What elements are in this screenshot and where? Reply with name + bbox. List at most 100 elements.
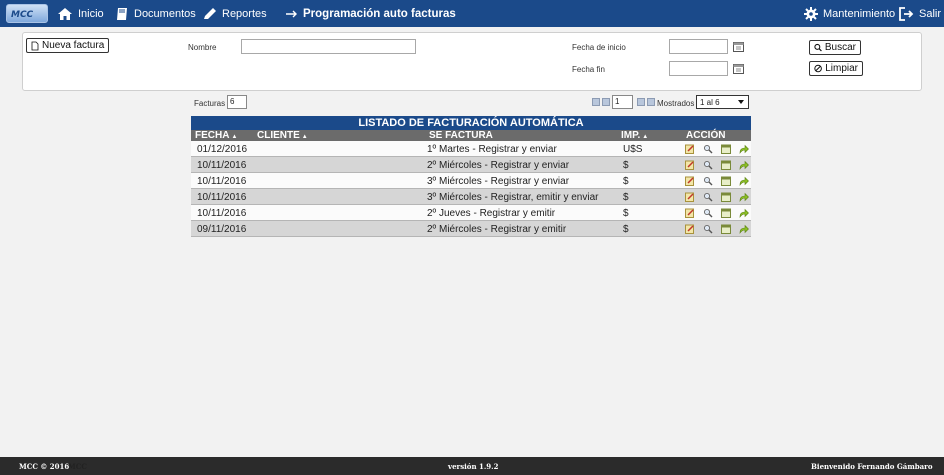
col-amount-label: IMP. <box>621 130 641 141</box>
calendar-icon[interactable] <box>721 224 731 234</box>
first-page-icon[interactable] <box>592 98 600 106</box>
invoice-count-label: Facturas <box>194 99 226 108</box>
table-row: 10/11/2016 2º Miércoles - Registrar y env… <box>191 157 751 173</box>
calendar-icon[interactable] <box>721 176 731 186</box>
logout-icon <box>899 6 914 21</box>
table-row: 01/12/2016 1º Martes - Registrar y enviar… <box>191 141 751 157</box>
nav-home[interactable]: Inicio <box>57 0 104 27</box>
edit-icon[interactable] <box>685 176 695 186</box>
cell-amount: $ <box>623 224 629 235</box>
forward-icon[interactable] <box>739 160 749 170</box>
search-button[interactable]: Buscar <box>809 40 861 55</box>
calendar-icon[interactable] <box>733 41 744 52</box>
mcc-logo[interactable]: MCC <box>6 4 48 23</box>
table-row: 09/11/2016 2º Miércoles - Registrar y emi… <box>191 221 751 237</box>
page-number-input[interactable]: 1 <box>612 95 633 109</box>
edit-icon[interactable] <box>685 208 695 218</box>
table-row: 10/11/2016 3º Miércoles - Registrar y env… <box>191 173 751 189</box>
table-row: 10/11/2016 2º Jueves - Registrar y emitir… <box>191 205 751 221</box>
forward-icon[interactable] <box>739 192 749 202</box>
calendar-icon[interactable] <box>721 144 731 154</box>
view-icon[interactable] <box>703 176 713 186</box>
next-page-icon[interactable] <box>637 98 645 106</box>
col-client-label: CLIENTE <box>257 130 300 141</box>
forward-icon[interactable] <box>739 208 749 218</box>
nav-maintenance[interactable]: Mantenimiento <box>804 0 895 27</box>
footer-version: versión 1.9.2 <box>448 462 499 471</box>
cell-amount: $ <box>623 160 629 171</box>
cell-type: 2º Miércoles - Registrar y emitir <box>427 224 567 235</box>
nav-current-page: Programación auto facturas <box>286 0 456 27</box>
page-title: Programación auto facturas <box>303 7 456 20</box>
search-label: Buscar <box>824 42 856 53</box>
top-navbar: MCC Inicio Documentos Reportes Programac… <box>0 0 944 27</box>
book-icon <box>117 7 127 20</box>
start-date-label: Fecha de inicio <box>572 43 626 52</box>
row-actions <box>685 224 757 234</box>
cell-date: 01/12/2016 <box>197 144 248 155</box>
nav-reports-label: Reportes <box>222 7 267 20</box>
end-date-input[interactable] <box>669 61 728 76</box>
new-invoice-button[interactable]: Nueva factura <box>26 38 110 53</box>
forward-icon[interactable] <box>739 144 749 154</box>
view-icon[interactable] <box>703 224 713 234</box>
home-icon <box>58 7 72 20</box>
end-date-label: Fecha fin <box>572 65 605 74</box>
table-header: FECHA ▲ CLIENTE ▲ SE FACTURA IMP. ▲ ACCIÓN <box>191 130 751 141</box>
auto-invoice-table: LISTADO DE FACTURACIÓN AUTOMÁTICA FECHA ▲… <box>191 116 751 237</box>
new-invoice-label: Nueva factura <box>42 40 105 51</box>
calendar-icon[interactable] <box>721 160 731 170</box>
footer-brand: MCC <box>68 462 87 471</box>
nav-reports[interactable]: Reportes <box>202 0 267 27</box>
edit-icon[interactable] <box>685 192 695 202</box>
footer: MCC © 2016 MCC versión 1.9.2 Bienvenido … <box>0 457 944 475</box>
cell-amount: $ <box>623 192 629 203</box>
row-actions <box>685 176 757 186</box>
pencil-icon <box>204 7 216 19</box>
view-icon[interactable] <box>703 192 713 202</box>
nav-documents-label: Documentos <box>134 7 196 20</box>
edit-icon[interactable] <box>685 224 695 234</box>
shown-select[interactable]: 1 al 6 <box>696 95 749 109</box>
footer-copyright: MCC © 2016 <box>19 462 70 471</box>
cell-amount: $ <box>623 208 629 219</box>
col-action: ACCIÓN <box>686 130 726 141</box>
calendar-icon[interactable] <box>721 208 731 218</box>
calendar-icon[interactable] <box>721 192 731 202</box>
edit-icon[interactable] <box>685 144 695 154</box>
gear-icon <box>804 6 818 21</box>
cell-amount: U$S <box>623 144 643 155</box>
arrow-right-icon <box>286 10 297 17</box>
forward-icon[interactable] <box>739 176 749 186</box>
name-input[interactable] <box>241 39 416 54</box>
view-icon[interactable] <box>703 208 713 218</box>
row-actions <box>685 208 757 218</box>
view-icon[interactable] <box>703 160 713 170</box>
calendar-icon[interactable] <box>733 63 744 74</box>
table-title: LISTADO DE FACTURACIÓN AUTOMÁTICA <box>191 116 751 130</box>
nav-documents[interactable]: Documentos <box>115 0 196 27</box>
row-actions <box>685 192 757 202</box>
nav-logout[interactable]: Salir <box>899 0 941 27</box>
shown-select-value: 1 al 6 <box>700 98 720 107</box>
cell-date: 10/11/2016 <box>197 176 247 187</box>
nav-logout-label: Salir <box>919 7 942 20</box>
row-actions <box>685 144 757 154</box>
col-type: SE FACTURA <box>429 130 493 141</box>
footer-welcome: Bienvenido Fernando Gámbaro <box>811 462 933 471</box>
cell-date: 10/11/2016 <box>197 208 247 219</box>
last-page-icon[interactable] <box>647 98 655 106</box>
view-icon[interactable] <box>703 144 713 154</box>
sort-icon: ▲ <box>301 134 308 140</box>
sort-icon: ▲ <box>231 134 238 140</box>
clear-button[interactable]: Limpiar <box>809 61 863 76</box>
table-row: 10/11/2016 3º Miércoles - Registrar, emit… <box>191 189 751 205</box>
sort-icon: ▲ <box>642 134 649 140</box>
edit-icon[interactable] <box>685 160 695 170</box>
row-actions <box>685 160 757 170</box>
forward-icon[interactable] <box>739 224 749 234</box>
prev-page-icon[interactable] <box>602 98 610 106</box>
start-date-input[interactable] <box>669 39 728 54</box>
cell-type: 2º Jueves - Registrar y emitir <box>427 208 556 219</box>
clear-icon <box>814 64 822 73</box>
